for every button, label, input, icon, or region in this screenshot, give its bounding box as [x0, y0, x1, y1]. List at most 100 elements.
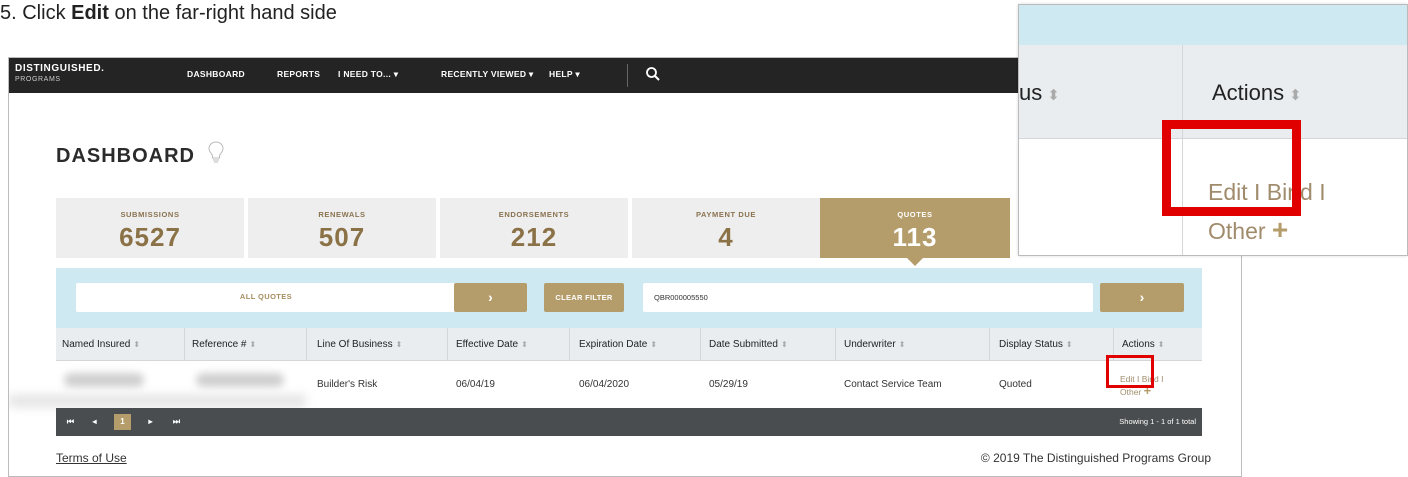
col-divider: [835, 328, 836, 360]
tile-value: 4: [718, 222, 734, 252]
col-label: Display Status: [999, 339, 1063, 350]
zoom-callout: us ⬍ Actions ⬍ Edit I Bind I Other +: [1018, 4, 1408, 256]
tile-quotes[interactable]: QUOTES 113: [820, 198, 1010, 266]
tile-label: SUBMISSIONS: [120, 210, 180, 219]
sort-icon[interactable]: ⬍: [249, 340, 256, 349]
instruction-prefix: 5. Click: [0, 2, 72, 24]
terms-of-use-link[interactable]: Terms of Use: [56, 451, 127, 465]
zoom-actions-header: Actions ⬍: [1212, 80, 1302, 106]
sort-icon[interactable]: ⬍: [1066, 340, 1073, 349]
sort-icon[interactable]: ⬍: [396, 340, 403, 349]
first-page-button[interactable]: ⏮: [62, 414, 79, 430]
tile-payment-due[interactable]: PAYMENT DUE 4: [632, 198, 820, 258]
redacted-smear: [9, 395, 306, 407]
copyright-text: © 2019 The Distinguished Programs Group: [980, 451, 1211, 465]
all-quotes-label: ALL QUOTES: [239, 292, 293, 301]
nav-i-need-to[interactable]: I NEED TO... ▾: [338, 69, 398, 80]
cell-line-of-business: Builder's Risk: [317, 379, 378, 390]
search-icon[interactable]: [645, 66, 661, 82]
tile-endorsements[interactable]: ENDORSEMENTS 212: [440, 198, 628, 258]
table-header: Named Insured ⬍ Reference # ⬍ Line Of Busi…: [56, 328, 1202, 361]
tile-value: 507: [318, 222, 366, 252]
col-divider: [569, 328, 570, 360]
logo-main: DISTINGUISHED.: [15, 63, 105, 74]
all-quotes-select[interactable]: ALL QUOTES: [76, 283, 456, 312]
quote-search-input[interactable]: [643, 283, 1093, 312]
col-divider: [700, 328, 701, 360]
lightbulb-icon[interactable]: [208, 141, 224, 165]
col-label: Expiration Date: [579, 339, 648, 350]
tile-submissions[interactable]: SUBMISSIONS 6527: [56, 198, 244, 258]
redacted-named-insured: [64, 373, 144, 387]
quote-search-go-button[interactable]: ›: [1100, 283, 1184, 312]
sort-icon[interactable]: ⬍: [650, 340, 657, 349]
sort-icon[interactable]: ⬍: [899, 340, 906, 349]
logo[interactable]: DISTINGUISHED. PROGRAMS: [15, 63, 105, 85]
last-page-button[interactable]: ⏭: [168, 414, 185, 430]
cell-effective-date: 06/04/19: [456, 379, 495, 390]
zoom-edit-highlight-box: [1162, 120, 1301, 216]
prev-page-button[interactable]: ◂: [86, 414, 103, 430]
nav-divider: [627, 64, 628, 87]
redacted-reference: [196, 373, 284, 387]
col-display-status[interactable]: Display Status ⬍: [999, 339, 1073, 350]
cell-date-submitted: 05/29/19: [709, 379, 748, 390]
clear-filter-button[interactable]: CLEAR FILTER: [544, 283, 624, 312]
table-row[interactable]: Builder's Risk 06/04/19 06/04/2020 05/29…: [9, 355, 1202, 408]
tile-renewals[interactable]: RENEWALS 507: [248, 198, 436, 258]
tile-label: QUOTES: [897, 210, 933, 219]
zoom-plus-icon: +: [1271, 214, 1289, 245]
instruction-bold: Edit: [71, 2, 109, 24]
instruction-suffix: on the far-right hand side: [108, 2, 337, 24]
zoom-actions-label: Actions: [1212, 80, 1285, 105]
nav-reports[interactable]: REPORTS: [277, 69, 320, 79]
col-divider: [184, 328, 185, 360]
edit-highlight-box: [1106, 355, 1154, 388]
col-label: Actions: [1122, 339, 1155, 350]
next-page-button[interactable]: ▸: [142, 414, 159, 430]
filter-bar: ALL QUOTES › CLEAR FILTER ›: [56, 268, 1202, 328]
col-divider: [447, 328, 448, 360]
col-date-submitted[interactable]: Date Submitted ⬍: [709, 339, 788, 350]
col-label: Date Submitted: [709, 339, 778, 350]
tile-value: 212: [510, 222, 558, 252]
cell-display-status: Quoted: [999, 379, 1032, 390]
col-label: Underwriter: [844, 339, 896, 350]
nav-recently-viewed[interactable]: RECENTLY VIEWED ▾: [441, 69, 534, 80]
col-label: Named Insured: [62, 339, 131, 350]
instruction-text: 5. Click Edit on the far-right hand side: [0, 0, 337, 26]
col-underwriter[interactable]: Underwriter ⬍: [844, 339, 905, 350]
col-divider: [989, 328, 990, 360]
sort-icon[interactable]: ⬍: [133, 340, 140, 349]
sort-icon: ⬍: [1047, 87, 1060, 104]
sort-icon[interactable]: ⬍: [521, 340, 528, 349]
page-title: DASHBOARD: [56, 145, 195, 167]
results-count: Showing 1 - 1 of 1 total: [1119, 417, 1196, 426]
col-expiration-date[interactable]: Expiration Date ⬍: [579, 339, 657, 350]
col-named-insured[interactable]: Named Insured ⬍: [62, 339, 140, 350]
nav-dashboard[interactable]: DASHBOARD: [187, 69, 245, 79]
col-divider: [306, 328, 307, 360]
nav-help[interactable]: HELP ▾: [549, 69, 580, 80]
zoom-other-link: Other: [1208, 218, 1266, 244]
sort-icon: ⬍: [1289, 87, 1302, 104]
col-effective-date[interactable]: Effective Date ⬍: [456, 339, 528, 350]
tile-value: 113: [892, 222, 938, 252]
sort-icon[interactable]: ⬍: [781, 340, 788, 349]
sort-icon[interactable]: ⬍: [1158, 340, 1165, 349]
col-line-of-business[interactable]: Line Of Business ⬍: [317, 339, 402, 350]
tile-label: ENDORSEMENTS: [498, 210, 570, 219]
zoom-filter-band: [1019, 5, 1407, 45]
page-1-button[interactable]: 1: [114, 414, 131, 430]
zoom-status-label: us: [1019, 80, 1043, 105]
col-label: Line Of Business: [317, 339, 393, 350]
tile-label: RENEWALS: [318, 210, 366, 219]
tile-label: PAYMENT DUE: [696, 210, 756, 219]
quote-search-field[interactable]: [643, 283, 1093, 312]
col-actions[interactable]: Actions ⬍: [1122, 339, 1165, 350]
pagination-bar: ⏮ ◂ 1 ▸ ⏭ Showing 1 - 1 of 1 total: [56, 408, 1202, 436]
all-quotes-go-button[interactable]: ›: [454, 283, 527, 312]
other-link[interactable]: Other: [1120, 387, 1141, 397]
col-reference[interactable]: Reference # ⬍: [192, 339, 256, 350]
cell-underwriter: Contact Service Team: [844, 379, 942, 390]
